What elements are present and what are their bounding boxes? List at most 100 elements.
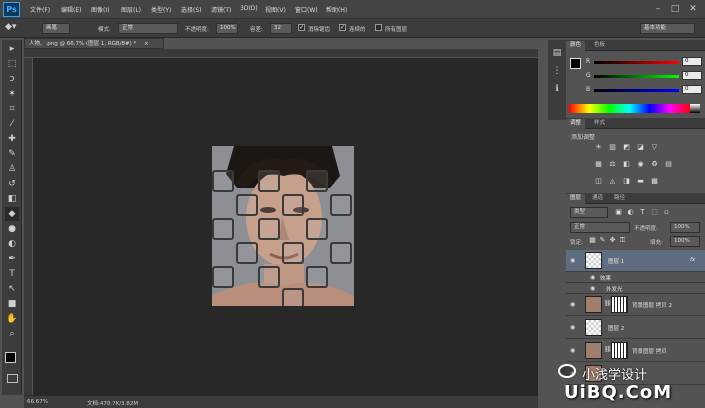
exposure-icon[interactable]: ◪ xyxy=(636,143,645,152)
threshold-icon[interactable]: ◨ xyxy=(622,177,631,186)
menu-help[interactable]: 帮助(H) xyxy=(326,5,347,14)
menu-edit[interactable]: 编辑(E) xyxy=(61,5,81,14)
visibility-eye-icon[interactable]: ◉ xyxy=(570,324,575,331)
fx-icon[interactable]: fx xyxy=(690,257,695,263)
pen-icon[interactable]: ✒ xyxy=(5,252,19,266)
layer-mask-thumbnail[interactable] xyxy=(611,342,628,359)
layer-name[interactable]: 背景图层 拷贝 xyxy=(632,347,667,355)
selective-color-icon[interactable]: ▩ xyxy=(650,177,659,186)
green-value[interactable]: 0 xyxy=(682,71,702,80)
red-value[interactable]: 0 xyxy=(682,57,702,66)
menu-type[interactable]: 类型(Y) xyxy=(151,5,171,14)
layer-name[interactable]: 图层 1 xyxy=(608,257,624,265)
layer-name[interactable]: 背景图层 拷贝 2 xyxy=(632,301,672,309)
tab-swatches[interactable]: 色板 xyxy=(590,41,609,51)
red-slider[interactable]: R 0 xyxy=(586,57,702,66)
antialias-checkbox[interactable]: ✓ xyxy=(298,24,305,31)
marquee-icon[interactable]: ⬚ xyxy=(5,57,19,71)
maximize-icon[interactable]: □ xyxy=(669,3,681,15)
color-bw-ramp[interactable] xyxy=(690,104,700,113)
channel-mixer-icon[interactable]: ♻ xyxy=(650,160,659,169)
menu-window[interactable]: 窗口(W) xyxy=(295,5,318,14)
fill-input[interactable]: 100% xyxy=(670,236,700,247)
gradient-map-icon[interactable]: ▬ xyxy=(636,177,645,186)
dodge-icon[interactable]: ◐ xyxy=(5,237,19,251)
visibility-eye-icon[interactable]: ◉ xyxy=(570,347,575,354)
filter-adjustment-icon[interactable]: ◐ xyxy=(626,208,635,217)
zoom-level[interactable]: 66.67% xyxy=(27,399,48,405)
levels-icon[interactable]: ▥ xyxy=(608,143,617,152)
posterize-icon[interactable]: ◬ xyxy=(608,177,617,186)
document-close-icon[interactable]: × xyxy=(144,41,149,47)
layer-mask-thumbnail[interactable] xyxy=(611,296,628,313)
lock-all-icon[interactable]: ⚿ xyxy=(618,236,627,245)
preset-picker[interactable]: 画笔 xyxy=(42,23,70,34)
layer-row-bg-copy[interactable]: ◉ ⛓ 背景图层 拷贝 xyxy=(566,340,705,362)
menu-layer[interactable]: 图层(L) xyxy=(121,5,141,14)
blue-track[interactable] xyxy=(594,89,679,92)
blue-slider[interactable]: B 0 xyxy=(586,85,702,94)
crop-icon[interactable]: ⌗ xyxy=(5,102,19,116)
layer-row-layer2[interactable]: ◉ 图层 2 xyxy=(566,317,705,339)
hand-icon[interactable]: ✋ xyxy=(5,312,19,326)
minimize-icon[interactable]: – xyxy=(652,3,664,15)
shape-icon[interactable]: ■ xyxy=(5,297,19,311)
tab-adjustments[interactable]: 调整 xyxy=(566,119,586,129)
black-white-icon[interactable]: ◧ xyxy=(622,160,631,169)
filter-shape-icon[interactable]: ⬚ xyxy=(650,208,659,217)
contiguous-checkbox[interactable]: ✓ xyxy=(339,24,346,31)
curves-icon[interactable]: ◩ xyxy=(622,143,631,152)
zoom-icon[interactable]: ⌕ xyxy=(5,327,19,341)
brush-icon[interactable]: ✎ xyxy=(5,147,19,161)
layer-row-layer1[interactable]: ◉ 图层 1 fx xyxy=(566,250,705,272)
invert-icon[interactable]: ◫ xyxy=(594,177,603,186)
layer-row-bg-copy2[interactable]: ◉ ⛓ 背景图层 拷贝 2 xyxy=(566,294,705,316)
eyedropper-icon[interactable]: ⁄ xyxy=(5,117,19,131)
opacity-input[interactable]: 100% xyxy=(216,23,238,34)
lock-position-icon[interactable]: ✥ xyxy=(608,236,617,245)
menu-filter[interactable]: 滤镜(T) xyxy=(211,5,231,14)
lasso-icon[interactable]: ↄ xyxy=(5,72,19,86)
mode-select[interactable]: 正常 xyxy=(118,23,178,34)
visibility-eye-icon[interactable]: ◉ xyxy=(570,257,575,264)
visibility-eye-icon[interactable]: ◉ xyxy=(570,301,575,308)
menu-3d[interactable]: 3D(D) xyxy=(240,5,258,12)
hue-saturation-icon[interactable]: ▦ xyxy=(594,160,603,169)
outer-glow-row[interactable]: ◉ 外发光 xyxy=(566,283,705,294)
green-track[interactable] xyxy=(594,75,679,78)
document-tab[interactable]: 人物、.png @ 66.7% (图层 1, RGB/8#) * × xyxy=(24,38,164,49)
document-image[interactable] xyxy=(212,146,354,306)
filter-type-icon[interactable]: T xyxy=(638,208,647,217)
quick-mask-icon[interactable] xyxy=(7,374,18,383)
layer-filter-select[interactable]: 类型 xyxy=(570,207,608,218)
vibrance-icon[interactable]: ▽ xyxy=(650,143,659,152)
eraser-icon[interactable]: ◧ xyxy=(5,192,19,206)
menu-image[interactable]: 图像(I) xyxy=(91,5,109,14)
healing-icon[interactable]: ✚ xyxy=(5,132,19,146)
color-lookup-icon[interactable]: ▤ xyxy=(664,160,673,169)
color-balance-icon[interactable]: ⚖ xyxy=(608,160,617,169)
tab-channels[interactable]: 通道 xyxy=(588,194,607,204)
properties-panel-icon[interactable]: ⋮ xyxy=(550,64,564,78)
history-brush-icon[interactable]: ↺ xyxy=(5,177,19,191)
filter-pixel-icon[interactable]: ▣ xyxy=(614,208,623,217)
menu-select[interactable]: 选择(S) xyxy=(181,5,202,14)
tab-layers[interactable]: 图层 xyxy=(566,194,586,204)
blend-mode-select[interactable]: 正常 xyxy=(570,222,630,233)
path-select-icon[interactable]: ↖ xyxy=(5,282,19,296)
paint-bucket-tool-icon[interactable]: ◆ xyxy=(5,207,19,221)
tab-color[interactable]: 颜色 xyxy=(566,41,586,51)
lock-pixels-icon[interactable]: ✎ xyxy=(598,236,607,245)
layer-effects-row[interactable]: ◉ 效果 xyxy=(566,272,705,283)
color-spectrum[interactable] xyxy=(569,104,690,113)
close-icon[interactable]: ✕ xyxy=(687,3,699,15)
layer-opacity-input[interactable]: 100% xyxy=(670,222,700,233)
magic-wand-icon[interactable]: ✶ xyxy=(5,87,19,101)
tolerance-input[interactable]: 32 xyxy=(270,23,292,34)
effects-eye-icon[interactable]: ◉ xyxy=(590,274,595,281)
tab-styles[interactable]: 样式 xyxy=(590,119,609,129)
color-foreground-swatch[interactable] xyxy=(570,58,581,69)
outer-glow-eye-icon[interactable]: ◉ xyxy=(590,285,595,292)
info-panel-icon[interactable]: ℹ xyxy=(550,82,564,96)
workspace-select[interactable]: 基本功能 xyxy=(640,23,695,34)
